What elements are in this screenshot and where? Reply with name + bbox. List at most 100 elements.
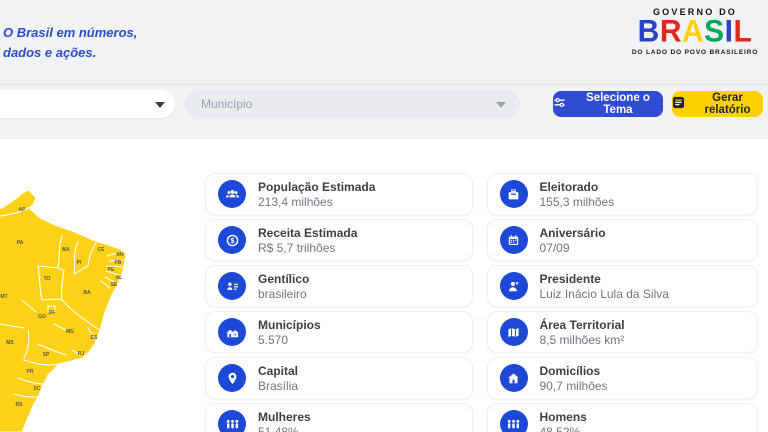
filter-sliders-icon bbox=[553, 96, 566, 112]
dollar-icon: $ bbox=[218, 226, 246, 254]
stat-title: População Estimada bbox=[258, 180, 375, 194]
buildings-icon bbox=[218, 318, 246, 346]
governo-do-brasil-logo: GOVERNO DO BRASIL DO LADO DO POVO BRASIL… bbox=[630, 7, 760, 56]
state-label-ma: MA bbox=[62, 247, 70, 253]
stats-column-left: População Estimada213,4 milhões $ Receita … bbox=[205, 173, 473, 432]
state-label-se: SE bbox=[111, 282, 118, 288]
state-label-pa: PA bbox=[17, 240, 24, 246]
calendar-icon bbox=[500, 226, 528, 254]
map-pin-icon bbox=[218, 364, 246, 392]
stat-title: Presidente bbox=[540, 272, 669, 286]
chevron-down-icon bbox=[155, 97, 165, 111]
stat-title: Área Territorial bbox=[540, 318, 625, 332]
stat-title: Gentílico bbox=[258, 272, 309, 286]
state-select[interactable] bbox=[0, 90, 175, 118]
chevron-down-icon bbox=[496, 97, 506, 111]
logo-letter-i: I bbox=[725, 16, 734, 48]
stat-title: Capital bbox=[258, 364, 298, 378]
state-label-ba: BA bbox=[83, 290, 91, 296]
municipality-select[interactable]: Município bbox=[185, 90, 520, 118]
stats-grid: População Estimada213,4 milhões $ Receita … bbox=[205, 173, 758, 432]
generate-report-label: Gerar relatório bbox=[692, 92, 763, 116]
men-icon bbox=[500, 410, 528, 432]
select-theme-button[interactable]: Selecione o Tema bbox=[553, 91, 663, 117]
stat-card: Aniversário07/09 bbox=[487, 219, 759, 261]
stat-title: Municípios bbox=[258, 318, 321, 332]
stat-value: 8,5 milhões km² bbox=[540, 333, 625, 347]
municipality-placeholder: Município bbox=[201, 97, 252, 111]
state-label-rj: RJ bbox=[78, 351, 85, 357]
select-theme-label: Selecione o Tema bbox=[573, 92, 663, 116]
stat-value: 07/09 bbox=[540, 241, 606, 255]
stat-value: Brasília bbox=[258, 379, 298, 393]
tagline-line-1: O Brasil em números, bbox=[3, 23, 137, 43]
logo-brasil-wordmark: BRASIL bbox=[630, 17, 760, 47]
state-label-go: GO bbox=[38, 314, 46, 320]
logo-subtitle: DO LADO DO POVO BRASILEIRO bbox=[630, 49, 760, 56]
stat-card: $ Receita EstimadaR$ 5,7 trilhões bbox=[205, 219, 473, 261]
state-label-sp: SP bbox=[43, 352, 50, 358]
state-label-ms: MS bbox=[6, 340, 14, 346]
state-label-df: DF bbox=[49, 310, 56, 316]
stat-value: 48,52% bbox=[540, 425, 587, 432]
logo-letter-a: A bbox=[682, 16, 704, 48]
report-icon bbox=[672, 96, 685, 112]
stat-value: 155,3 milhões bbox=[540, 195, 615, 209]
state-label-al: AL bbox=[116, 275, 123, 281]
state-label-ap: AP bbox=[19, 207, 27, 213]
state-label-to: TO bbox=[44, 276, 51, 282]
stat-title: Eleitorado bbox=[540, 180, 615, 194]
logo-letter-l: L bbox=[734, 16, 753, 48]
header-divider bbox=[0, 84, 768, 85]
stat-card: Homens48,52% bbox=[487, 403, 759, 432]
stat-card: Eleitorado155,3 milhões bbox=[487, 173, 759, 215]
stat-value: 5.570 bbox=[258, 333, 321, 347]
tagline-line-2: dados e ações. bbox=[3, 43, 137, 63]
territory-icon bbox=[500, 318, 528, 346]
stat-title: Mulheres bbox=[258, 410, 311, 424]
stat-title: Domicílios bbox=[540, 364, 608, 378]
stat-title: Aniversário bbox=[540, 226, 606, 240]
stat-card: População Estimada213,4 milhões bbox=[205, 173, 473, 215]
state-label-sc: SC bbox=[34, 386, 41, 392]
svg-text:$: $ bbox=[230, 236, 235, 245]
logo-letter-r: R bbox=[660, 16, 682, 48]
stat-card: Mulheres51,48% bbox=[205, 403, 473, 432]
stat-value: R$ 5,7 trilhões bbox=[258, 241, 357, 255]
state-label-rs: RS bbox=[16, 402, 24, 408]
state-label-rn: RN bbox=[116, 252, 124, 258]
women-icon bbox=[218, 410, 246, 432]
state-label-pr: PR bbox=[27, 369, 34, 375]
stat-card: Municípios5.570 bbox=[205, 311, 473, 353]
ballot-icon bbox=[500, 180, 528, 208]
stat-value: Luiz Inácio Lula da Silva bbox=[540, 287, 669, 301]
president-icon bbox=[500, 272, 528, 300]
stat-value: 90,7 milhões bbox=[540, 379, 608, 393]
logo-letter-b: B bbox=[638, 16, 660, 48]
stat-title: Homens bbox=[540, 410, 587, 424]
stat-value: 51,48% bbox=[258, 425, 311, 432]
stat-card: CapitalBrasília bbox=[205, 357, 473, 399]
brazil-map[interactable]: AP PA MA PI CE RN PBPEALSE TO BA MT GODF MG ES MS SP RJ… bbox=[0, 148, 167, 432]
stat-card: Domicílios90,7 milhões bbox=[487, 357, 759, 399]
stat-card: PresidenteLuiz Inácio Lula da Silva bbox=[487, 265, 759, 307]
state-label-pi: PI bbox=[77, 260, 82, 266]
stat-card: Área Territorial8,5 milhões km² bbox=[487, 311, 759, 353]
site-tagline: O Brasil em números, dados e ações. bbox=[3, 23, 137, 62]
stats-column-right: Eleitorado155,3 milhõesAniversário07/09P… bbox=[487, 173, 759, 432]
state-label-pe: PE bbox=[108, 267, 115, 273]
state-label-ce: CE bbox=[98, 247, 106, 253]
house-icon bbox=[500, 364, 528, 392]
state-label-es: ES bbox=[91, 335, 98, 341]
users-icon bbox=[218, 180, 246, 208]
id-card-icon bbox=[218, 272, 246, 300]
state-label-mt: MT bbox=[0, 294, 7, 300]
stat-value: 213,4 milhões bbox=[258, 195, 375, 209]
stat-title: Receita Estimada bbox=[258, 226, 357, 240]
state-label-mg: MG bbox=[66, 329, 74, 335]
stat-card: Gentílicobrasileiro bbox=[205, 265, 473, 307]
generate-report-button[interactable]: Gerar relatório bbox=[672, 91, 763, 117]
state-label-pb: PB bbox=[115, 260, 122, 266]
logo-letter-s: S bbox=[704, 16, 725, 48]
stat-value: brasileiro bbox=[258, 287, 309, 301]
